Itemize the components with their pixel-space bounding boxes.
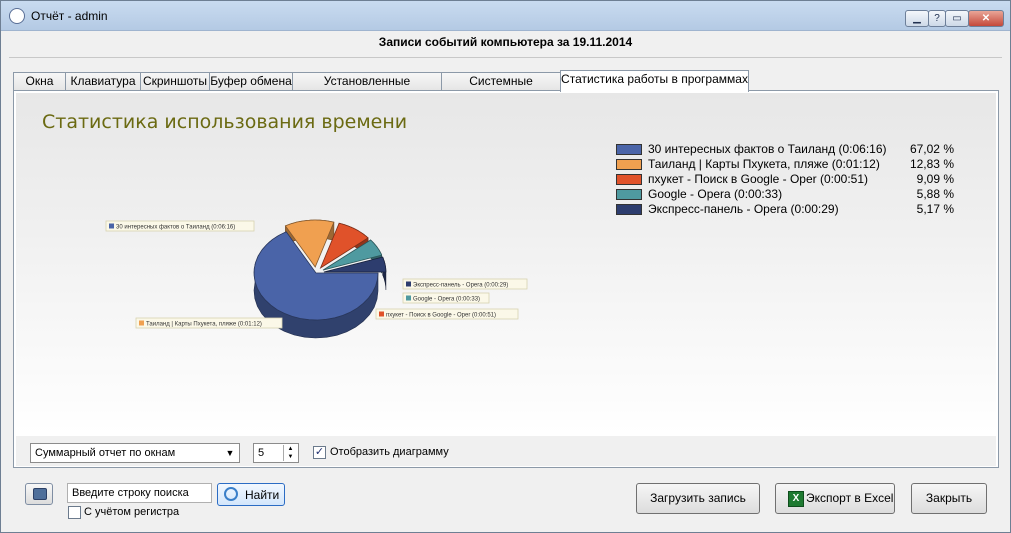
report-type-select[interactable]: Суммарный отчет по окнам ▼ — [30, 443, 240, 463]
export-excel-label: Экспорт в Excel — [806, 491, 894, 505]
maximize-button[interactable]: ▭ — [945, 10, 969, 27]
spinner-buttons: ▲ ▼ — [283, 445, 297, 461]
legend-swatch — [616, 144, 642, 155]
top-count-value: 5 — [258, 447, 265, 459]
minimize-button[interactable]: ▁ — [905, 10, 929, 27]
close-button[interactable]: Закрыть — [911, 483, 987, 514]
show-chart-label: Отобразить диаграмму — [330, 446, 449, 458]
close-label: Закрыть — [925, 491, 973, 505]
chart-area: Статистика использования времени 30 инте… — [16, 93, 996, 434]
printer-icon — [33, 488, 47, 500]
search-input[interactable]: Введите строку поиска — [67, 483, 212, 503]
header-divider — [9, 57, 1002, 58]
chart-options-bar: Суммарный отчет по окнам ▼ 5 ▲ ▼ ✓ Отобр… — [16, 436, 996, 466]
callout-label: 30 интересных фактов о Таиланд (0:06:16) — [116, 225, 235, 231]
callout-swatch — [379, 311, 384, 317]
callout-label: Таиланд | Карты Пхукета, пляже (0:01:12) — [146, 322, 262, 328]
callout-label: Google - Opera (0:00:33) — [413, 297, 480, 303]
spinner-down-icon[interactable]: ▼ — [284, 453, 297, 461]
report-window: Отчёт - admin ▁ ? ▭ ✕ Записи событий ком… — [0, 0, 1011, 533]
tab-program-stats[interactable]: Статистика работы в программах — [560, 70, 749, 92]
callout-swatch — [406, 281, 411, 287]
tab-panel: Статистика использования времени 30 инте… — [13, 90, 999, 468]
callout-swatch — [109, 223, 114, 229]
callout-label: Экспресс-панель - Opera (0:00:29) — [413, 283, 508, 289]
tab-clipboard[interactable]: Буфер обмена — [209, 72, 293, 91]
title-bar: Отчёт - admin ▁ ? ▭ ✕ — [1, 1, 1010, 31]
find-label: Найти — [245, 488, 280, 502]
close-window-button[interactable]: ✕ — [968, 10, 1004, 27]
print-button[interactable] — [25, 483, 53, 505]
legend-label: Google - Opera (0:00:33) — [648, 187, 783, 201]
minimize-icon: ▁ — [913, 13, 921, 24]
legend-swatch — [616, 204, 642, 215]
tab-system-info[interactable]: Системные сведения — [441, 72, 561, 105]
callout-swatch — [406, 295, 411, 301]
tab-keyboard[interactable]: Клавиатура — [65, 72, 141, 91]
export-excel-button[interactable]: X Экспорт в Excel — [775, 483, 895, 514]
load-record-button[interactable]: Загрузить запись — [636, 483, 760, 514]
window-title: Отчёт - admin — [31, 9, 108, 23]
legend-label: Таиланд | Карты Пхукета, пляже (0:01:12) — [648, 157, 880, 171]
legend-percent: 5,88 % — [916, 187, 954, 201]
top-count-spinner[interactable]: 5 ▲ ▼ — [253, 443, 299, 463]
chevron-down-icon[interactable]: ▼ — [223, 445, 237, 461]
legend-label: 30 интересных фактов о Таиланд (0:06:16) — [648, 142, 887, 156]
report-type-value: Суммарный отчет по окнам — [35, 447, 176, 459]
tab-windows[interactable]: Окна — [13, 72, 66, 91]
magnifier-icon — [224, 487, 238, 501]
close-icon: ✕ — [981, 13, 991, 24]
help-icon: ? — [934, 13, 940, 24]
maximize-icon: ▭ — [952, 13, 962, 24]
tab-screenshots[interactable]: Скриншоты — [140, 72, 210, 91]
load-record-label: Загрузить запись — [650, 491, 746, 505]
legend-percent: 9,09 % — [916, 172, 954, 186]
help-button[interactable]: ? — [928, 10, 946, 27]
callout-swatch — [139, 320, 144, 326]
legend-percent: 12,83 % — [909, 157, 954, 171]
legend-label: Экспресс-панель - Opera (0:00:29) — [648, 202, 839, 216]
excel-icon: X — [788, 491, 804, 507]
callout-label: пхукет - Поиск в Google - Oper (0:00:51) — [386, 313, 496, 319]
legend-percent: 5,17 % — [916, 202, 954, 216]
spinner-up-icon[interactable]: ▲ — [284, 445, 297, 453]
legend-swatch — [616, 174, 642, 185]
case-sensitive-checkbox[interactable] — [68, 506, 81, 519]
app-icon — [9, 8, 25, 24]
legend-swatch — [616, 159, 642, 170]
case-sensitive-label: С учётом регистра — [84, 506, 180, 518]
report-title: Записи событий компьютера за 19.11.2014 — [378, 35, 633, 49]
show-chart-checkbox[interactable]: ✓ — [313, 446, 326, 459]
legend-swatch — [616, 189, 642, 200]
legend-percent: 67,02 % — [909, 142, 954, 156]
tab-installed-programs[interactable]: Установленные программы — [292, 72, 442, 105]
legend-label: пхукет - Поиск в Google - Oper (0:00:51) — [648, 172, 869, 186]
find-button[interactable]: Найти — [217, 483, 285, 506]
